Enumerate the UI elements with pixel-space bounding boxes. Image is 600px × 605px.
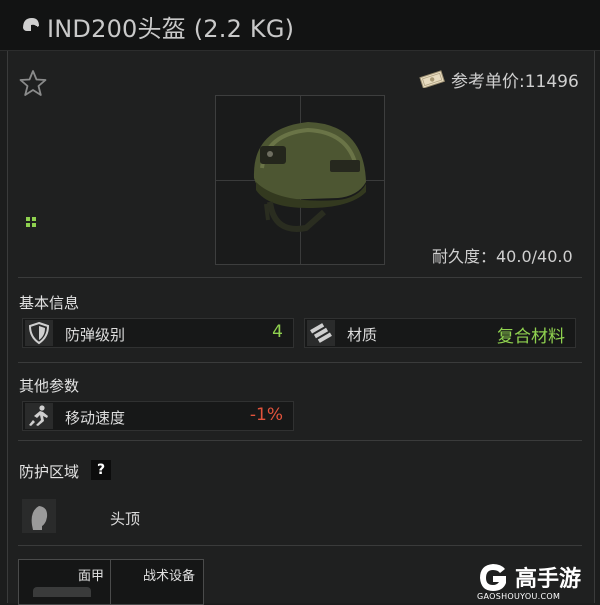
attribute-label: 移动速度 — [65, 409, 126, 427]
section-divider — [18, 362, 582, 363]
item-image-frame — [215, 95, 385, 265]
help-button[interactable]: ? — [91, 460, 111, 480]
durability-text: 耐久度：40.0/40.0 — [432, 247, 573, 266]
section-divider — [18, 545, 582, 546]
helmet-icon — [23, 18, 39, 31]
title-bar: IND200头盔 (2.2 KG) — [0, 0, 600, 51]
section-title-basic-info: 基本信息 — [19, 294, 80, 312]
watermark: 高手游 GAOSHOUYOU.COM — [475, 561, 599, 601]
section-title-protection: 防护区域 — [19, 463, 80, 481]
section-divider — [18, 277, 582, 278]
head-silhouette-icon — [31, 506, 48, 530]
watermark-url: GAOSHOUYOU.COM — [477, 592, 561, 601]
section-divider — [18, 440, 582, 441]
attachment-slots[interactable]: 面甲 战术设备 — [18, 559, 204, 605]
protection-zone-label: 头顶 — [110, 510, 141, 528]
head-silhouette-icon — [22, 499, 56, 533]
attribute-label: 材质 — [347, 326, 378, 344]
slot-divider — [110, 560, 111, 604]
slot-tactical-device-label[interactable]: 战术设备 — [143, 565, 195, 584]
attribute-armor-class: 防弹级别 4 — [22, 318, 294, 348]
money-icon — [419, 70, 445, 88]
attribute-value: 4 — [272, 322, 283, 342]
slot-item-silhouette — [33, 587, 91, 597]
reference-price: 参考单价:11496 — [451, 72, 579, 92]
attribute-move-speed: 移动速度 -1% — [22, 401, 294, 431]
material-icon — [310, 323, 332, 343]
section-title-other-params: 其他参数 — [19, 377, 80, 395]
slot-face-shield-label[interactable]: 面甲 — [78, 565, 104, 584]
attribute-label: 防弹级别 — [65, 326, 126, 344]
running-person-icon — [29, 405, 48, 426]
star-outline-icon[interactable] — [18, 68, 48, 98]
helmet-image — [253, 122, 366, 232]
attribute-material: 材质 复合材料 — [304, 318, 576, 348]
watermark-name: 高手游 — [515, 567, 582, 592]
item-title: IND200头盔 (2.2 KG) — [47, 15, 295, 43]
attribute-value: 复合材料 — [497, 327, 565, 347]
gaoshouyou-logo-icon — [480, 564, 506, 591]
attribute-value: -1% — [249, 405, 283, 425]
shield-icon — [28, 321, 50, 345]
green-grid-icon — [26, 217, 36, 227]
